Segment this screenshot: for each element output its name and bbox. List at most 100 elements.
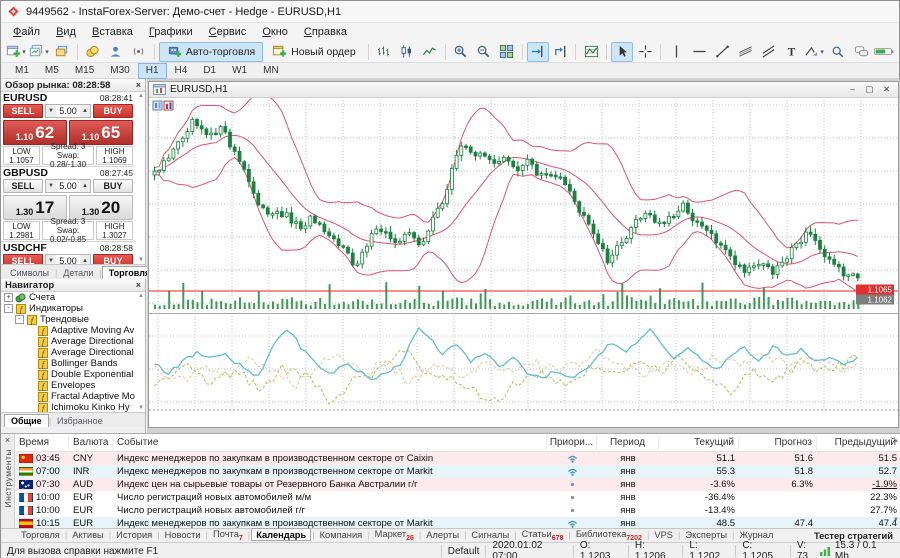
menu-item-0[interactable]: Файл [5,25,48,39]
volume-value[interactable]: 5.00 [56,180,80,192]
chart-close-button[interactable]: ✕ [879,84,894,95]
tf-w1[interactable]: W1 [224,63,255,79]
chart-canvas[interactable]: 1.10651.1062 [149,98,898,427]
buy-button[interactable]: BUY [93,104,133,118]
community-icon[interactable] [105,42,127,62]
bottom-tab-3[interactable]: Новости [161,530,205,540]
buy-button[interactable]: BUY [93,179,133,193]
navigator-tree-item[interactable]: fAdaptive Moving Av [1,325,145,336]
bottom-tab-12[interactable]: VPS [650,530,677,540]
crosshair-icon[interactable] [634,42,656,62]
line-chart-icon[interactable] [419,42,441,62]
navigator-tree-item[interactable]: fFractal Adaptive Mo [1,391,145,402]
zoom-out-icon[interactable] [473,42,495,62]
bottom-tab-6[interactable]: Компания [316,530,367,540]
calendar-column-4[interactable]: Период [597,436,659,450]
calendar-column-5[interactable]: Текущий [659,436,739,450]
cursor-icon[interactable] [611,42,633,62]
tree-toggle-icon[interactable]: - [15,315,24,324]
bottom-tab-7[interactable]: Маркет26 [371,529,418,542]
navigator-tree-item[interactable]: -fТрендовые [1,314,145,325]
new-order-button[interactable]: Новый ордер [264,42,364,62]
chart-maximize-button[interactable]: ▢ [862,84,877,95]
new-chart-icon[interactable]: ▾ [5,42,27,62]
calendar-row[interactable]: 03:45CNYИндекс менеджеров по закупкам в … [15,452,900,465]
volume-stepper[interactable]: ▼5.00▲ [45,179,91,193]
bottom-tab-8[interactable]: Алерты [422,530,463,540]
calendar-row[interactable]: 10:15EURИндекс менеджеров по закупкам в … [15,517,900,528]
volume-value[interactable]: 5.00 [56,105,80,117]
fibo-icon[interactable] [734,42,756,62]
tf-h4[interactable]: H4 [167,63,196,79]
bottom-tab-4[interactable]: Почта7 [209,529,247,542]
volume-stepper[interactable]: ▼5.00▲ [45,254,91,264]
calendar-column-2[interactable]: Событие [113,436,547,450]
navigator-scroll-down-icon[interactable]: ▼ [138,405,144,411]
volume-increase-icon[interactable]: ▲ [80,255,90,264]
sell-button[interactable]: SELL [3,104,43,118]
hline-icon[interactable] [688,42,710,62]
calendar-scroll-up-icon[interactable]: ▲ [893,438,899,444]
bottom-tab-1[interactable]: Активы [68,530,107,540]
tf-m1[interactable]: M1 [7,63,37,79]
navigator-tree-item[interactable]: fAverage Directional [1,347,145,358]
navigator-tree-item[interactable]: -fИндикаторы [1,303,145,314]
navigator-tree-item[interactable]: fAverage Directional [1,336,145,347]
trendline-icon[interactable] [711,42,733,62]
market-watch-close-icon[interactable]: × [136,80,141,90]
volume-value[interactable]: 5.00 [56,255,80,264]
navigator-tab-0[interactable]: Общие [4,414,49,427]
navigator-header[interactable]: Навигатор × [1,279,145,292]
strategy-tester-button[interactable]: Тестер стратегий [814,531,893,541]
autoscroll-icon[interactable] [527,42,549,62]
menu-item-5[interactable]: Окно [254,25,296,39]
volume-decrease-icon[interactable]: ▼ [46,255,56,264]
volume-increase-icon[interactable]: ▲ [80,105,90,117]
calendar-row[interactable]: 07:30AUDИндекс цен на сырьевые товары от… [15,478,900,491]
calendar-row[interactable]: 07:00INRИндекс менеджеров по закупкам в … [15,465,900,478]
bottom-tab-2[interactable]: История [112,530,156,540]
menu-item-3[interactable]: Графики [141,25,201,39]
bars-chart-icon[interactable] [373,42,395,62]
tf-m5[interactable]: M5 [37,63,67,79]
market-watch-header[interactable]: Обзор рынка: 08:28:58 × [1,79,145,92]
quotes-icon[interactable] [82,42,104,62]
calendar-row[interactable]: 10:00EURЧисло регистраций новых автомоби… [15,491,900,504]
windows-icon[interactable] [51,42,73,62]
buy-button[interactable]: BUY [93,254,133,264]
market-watch-tab-0[interactable]: Символы [4,267,55,279]
vline-icon[interactable] [665,42,687,62]
volume-decrease-icon[interactable]: ▼ [46,180,56,192]
bottom-tab-9[interactable]: Сигналы [467,530,513,540]
chat-icon[interactable] [850,42,872,62]
calendar-scroll-down-icon[interactable]: ▼ [893,517,899,523]
calendar-column-6[interactable]: Прогноз [739,436,817,450]
sell-button[interactable]: SELL [3,254,43,264]
text-icon[interactable]: T [780,42,802,62]
profiles-icon-caret[interactable]: ▾ [45,48,49,56]
market-watch-scroll-up-icon[interactable]: ▲ [138,93,144,99]
profiles-icon[interactable]: ▾ [28,42,50,62]
calendar-column-7[interactable]: Предыдущий [817,436,900,450]
chart-shift-icon[interactable] [550,42,572,62]
volume-increase-icon[interactable]: ▲ [80,180,90,192]
menu-item-1[interactable]: Вид [48,25,84,39]
chart-window-titlebar[interactable]: EURUSD,H1 –▢✕ [149,82,898,98]
search-icon[interactable] [827,42,849,62]
calendar-column-3[interactable]: Приори... [547,436,597,450]
tf-m15[interactable]: M15 [67,63,102,79]
sell-button[interactable]: SELL [3,179,43,193]
navigator-tab-1[interactable]: Избранное [51,415,109,427]
bottom-tab-0[interactable]: Торговля [17,530,64,540]
menu-item-6[interactable]: Справка [296,25,355,39]
navigator-tree-item[interactable]: fDouble Exponential [1,369,145,380]
menu-item-2[interactable]: Вставка [84,25,141,39]
shapes-icon[interactable]: ▾ [803,42,825,62]
shapes-icon-caret[interactable]: ▾ [820,48,824,56]
navigator-tree-item[interactable]: fBollinger Bands [1,358,145,369]
bottom-tab-14[interactable]: Журнал [735,530,777,540]
navigator-scroll-up-icon[interactable]: ▲ [138,293,144,299]
tree-toggle-icon[interactable]: + [4,293,13,302]
calendar-column-0[interactable]: Время [15,436,69,450]
chart-minimize-button[interactable]: – [845,84,860,95]
